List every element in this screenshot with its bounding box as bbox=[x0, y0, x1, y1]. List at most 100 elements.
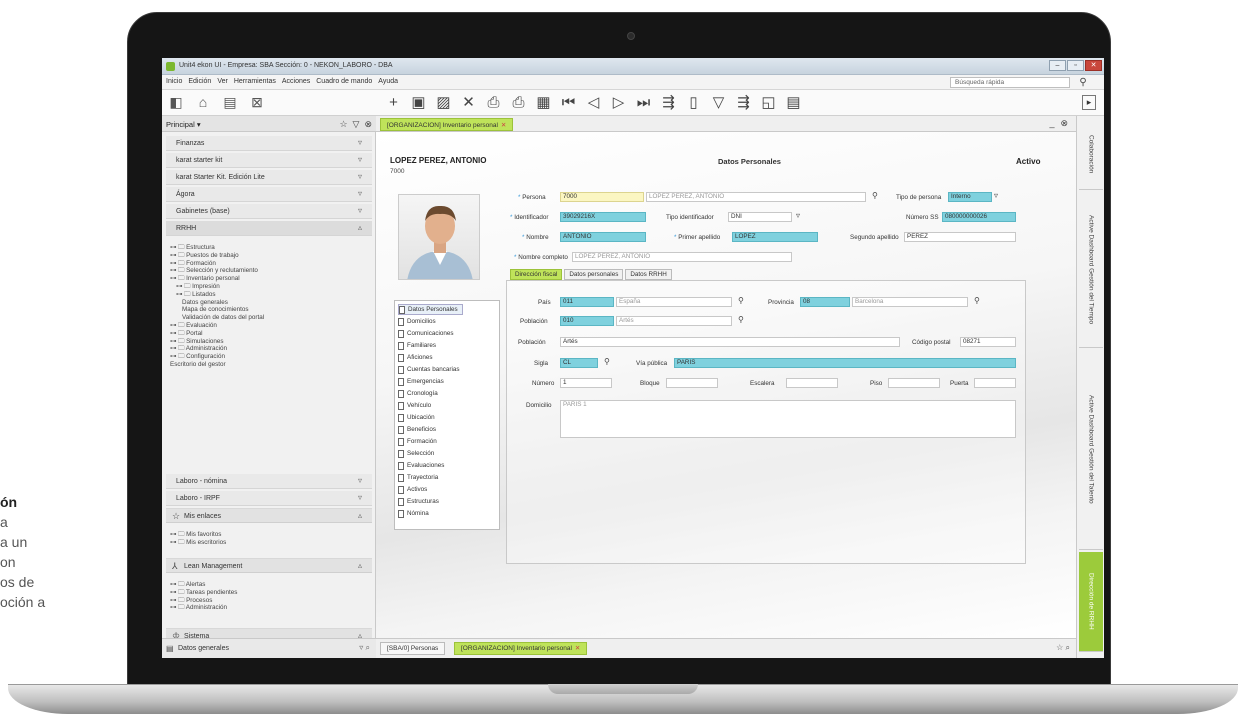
maximize-button[interactable]: ▫ bbox=[1067, 60, 1084, 71]
first-record-icon[interactable]: ⏮ bbox=[559, 94, 578, 111]
accordion-karat-lite[interactable]: karat Starter Kit. Edición Lite ▿ bbox=[166, 170, 372, 185]
minimize-button[interactable]: – bbox=[1049, 60, 1066, 71]
star-icon[interactable]: ☆ bbox=[339, 118, 347, 130]
tree-item[interactable]: ⊶ 🗀 Simulaciones bbox=[170, 338, 264, 346]
list-item[interactable]: Cronología bbox=[398, 388, 438, 399]
poblacion-code-field[interactable]: 010 bbox=[560, 316, 614, 326]
list-item[interactable]: Ubicación bbox=[398, 412, 435, 423]
tree-item[interactable]: ⊶ 🗀 Mis escritorios bbox=[170, 539, 226, 547]
list-item[interactable]: Emergencias bbox=[398, 376, 444, 387]
collapse-panel-icon[interactable]: ▸ bbox=[1082, 95, 1096, 110]
tab-personas[interactable]: [SBA/0] Personas bbox=[380, 642, 446, 655]
tipo-identificador-select[interactable]: DNI bbox=[728, 212, 792, 222]
tree-item[interactable]: ⊶ 🗀 Administración bbox=[170, 345, 264, 353]
tab-direccion-fiscal[interactable]: Dirección fiscal bbox=[510, 269, 563, 280]
sigla-field[interactable]: CL bbox=[560, 358, 598, 368]
close-icon[interactable]: ✕ bbox=[575, 645, 580, 652]
search-icon[interactable]: ⚲ bbox=[1076, 76, 1090, 89]
chevron-down-icon[interactable]: ▿ bbox=[796, 211, 800, 220]
next-record-icon[interactable]: ▷ bbox=[609, 94, 628, 111]
accordion-agora[interactable]: Ágora ▿ bbox=[166, 187, 372, 202]
tree-item[interactable]: ⊶ 🗀 Listados bbox=[170, 291, 264, 299]
filter-icon[interactable]: ▽ bbox=[709, 94, 728, 111]
list-item[interactable]: Comunicaciones bbox=[398, 328, 454, 339]
list-icon[interactable]: ▤ bbox=[222, 94, 238, 111]
tab-inventario-personal-bottom[interactable]: [ORGANIZACION] Inventario personal ✕ bbox=[454, 642, 588, 655]
list-item[interactable]: Familiares bbox=[398, 340, 436, 351]
list-item[interactable]: Nómina bbox=[398, 508, 429, 519]
menu-item-acciones[interactable]: Acciones bbox=[282, 78, 310, 85]
identificador-field[interactable]: 39029216X bbox=[560, 212, 646, 222]
quick-search-input[interactable]: Búsqueda rápida bbox=[950, 77, 1070, 88]
search-icon[interactable]: ⚲ bbox=[974, 296, 980, 305]
accordion-laboro-irpf[interactable]: Laboro - IRPF ▿ bbox=[166, 491, 372, 506]
poblacion-text-field[interactable]: Artés bbox=[560, 337, 900, 347]
menu-item-edicion[interactable]: Edición bbox=[188, 78, 211, 85]
list-item[interactable]: Vehículo bbox=[398, 400, 431, 411]
section-lean-management[interactable]: ⅄ Lean Management ▵ bbox=[166, 558, 372, 573]
tab-datos-personales[interactable]: Datos personales bbox=[564, 269, 624, 280]
search-icon[interactable]: ⚲ bbox=[604, 357, 610, 366]
list-item[interactable]: Estructuras bbox=[398, 496, 439, 507]
menu-item-cuadro-de-mando[interactable]: Cuadro de mando bbox=[316, 78, 372, 85]
tree-item[interactable]: Datos generales bbox=[170, 299, 264, 307]
tab-inventario-personal[interactable]: [ORGANIZACION] Inventario personal ✕ bbox=[380, 118, 514, 131]
tree-item[interactable]: ⊶ 🗀 Evaluación bbox=[170, 322, 264, 330]
save-icon[interactable]: ▣ bbox=[409, 94, 428, 111]
accordion-rrhh[interactable]: RRHH ▵ bbox=[166, 221, 372, 236]
list-item[interactable]: Evaluaciones bbox=[398, 460, 444, 471]
piso-field[interactable] bbox=[888, 378, 940, 388]
close-button[interactable]: ✕ bbox=[1085, 60, 1102, 71]
table-icon[interactable]: ▦ bbox=[534, 94, 553, 111]
menu-item-ayuda[interactable]: Ayuda bbox=[378, 78, 398, 85]
tree-item[interactable]: ⊶ 🗀 Inventario personal bbox=[170, 275, 264, 283]
minimize-icon[interactable]: _ bbox=[1049, 118, 1054, 129]
tree-item[interactable]: ⊶ 🗀 Tareas pendientes bbox=[170, 589, 237, 597]
tree-item[interactable]: ⊶ 🗀 Configuración bbox=[170, 353, 264, 361]
list-item[interactable]: Selección bbox=[398, 448, 434, 459]
via-publica-field[interactable]: PARIS bbox=[674, 358, 1016, 368]
nombre-field[interactable]: ANTONIO bbox=[560, 232, 646, 242]
tree-item[interactable]: ⊶ 🗀 Estructura bbox=[170, 244, 264, 252]
close-circle-icon[interactable]: ⊗ bbox=[1060, 118, 1068, 129]
accordion-karat-starter-kit[interactable]: karat starter kit ▿ bbox=[166, 153, 372, 168]
current-desktop-label[interactable]: Datos generales bbox=[178, 645, 229, 652]
sidebar-tab-colaboracion[interactable]: Colaboración bbox=[1079, 120, 1103, 190]
bloque-field[interactable] bbox=[666, 378, 718, 388]
settings-icon[interactable]: ▿ ⌕ bbox=[359, 643, 370, 653]
search-icon[interactable]: ⚲ bbox=[872, 191, 878, 200]
star-icon[interactable]: ☆ ⌕ bbox=[1056, 643, 1070, 653]
provincia-code-field[interactable]: 08 bbox=[800, 297, 850, 307]
list-item[interactable]: Cuentas bancarias bbox=[398, 364, 460, 375]
delete-icon[interactable]: ✕ bbox=[459, 94, 478, 111]
tree-item[interactable]: ⊶ 🗀 Puestos de trabajo bbox=[170, 252, 264, 260]
tree-item[interactable]: ⊶ 🗀 Formación bbox=[170, 260, 264, 268]
search-icon[interactable]: ⚲ bbox=[738, 296, 744, 305]
tree-item[interactable]: ⊶ 🗀 Selección y reclutamiento bbox=[170, 267, 264, 275]
menu-item-ver[interactable]: Ver bbox=[217, 78, 228, 85]
list-item[interactable]: Beneficios bbox=[398, 424, 436, 435]
numero-ss-field[interactable]: 080000000026 bbox=[942, 212, 1016, 222]
tab-datos-rrhh[interactable]: Datos RRHH bbox=[625, 269, 672, 280]
list-item[interactable]: Aficiones bbox=[398, 352, 433, 363]
chevron-down-icon[interactable]: ▿ bbox=[994, 191, 998, 200]
section-mis-enlaces[interactable]: ☆ Mis enlaces ▵ bbox=[166, 508, 372, 523]
tree-item[interactable]: Validación de datos del portal bbox=[170, 314, 264, 322]
add-icon[interactable]: + bbox=[384, 94, 403, 111]
pais-code-field[interactable]: 011 bbox=[560, 297, 614, 307]
segundo-apellido-field[interactable]: PEREZ bbox=[904, 232, 1016, 242]
report-icon[interactable]: ▤ bbox=[784, 94, 803, 111]
tree-item[interactable]: ⊶ 🗀 Mis favoritos bbox=[170, 531, 226, 539]
tree-item[interactable]: ⊶ 🗀 Portal bbox=[170, 330, 264, 338]
close-icon[interactable]: ✕ bbox=[501, 122, 506, 129]
escalera-field[interactable] bbox=[786, 378, 838, 388]
primer-apellido-field[interactable]: LOPEZ bbox=[732, 232, 818, 242]
list-item[interactable]: Datos Personales bbox=[398, 304, 463, 315]
tipo-persona-select[interactable]: Interno bbox=[948, 192, 992, 202]
list-item[interactable]: Trayectoria bbox=[398, 472, 438, 483]
clear-filter-icon[interactable]: ⇶ bbox=[734, 94, 753, 111]
accordion-laboro-nomina[interactable]: Laboro - nómina ▿ bbox=[166, 474, 372, 489]
menu-item-herramientas[interactable]: Herramientas bbox=[234, 78, 276, 85]
document-icon[interactable]: ▯ bbox=[684, 94, 703, 111]
tree-item[interactable]: ⊶ 🗀 Administración bbox=[170, 604, 237, 612]
